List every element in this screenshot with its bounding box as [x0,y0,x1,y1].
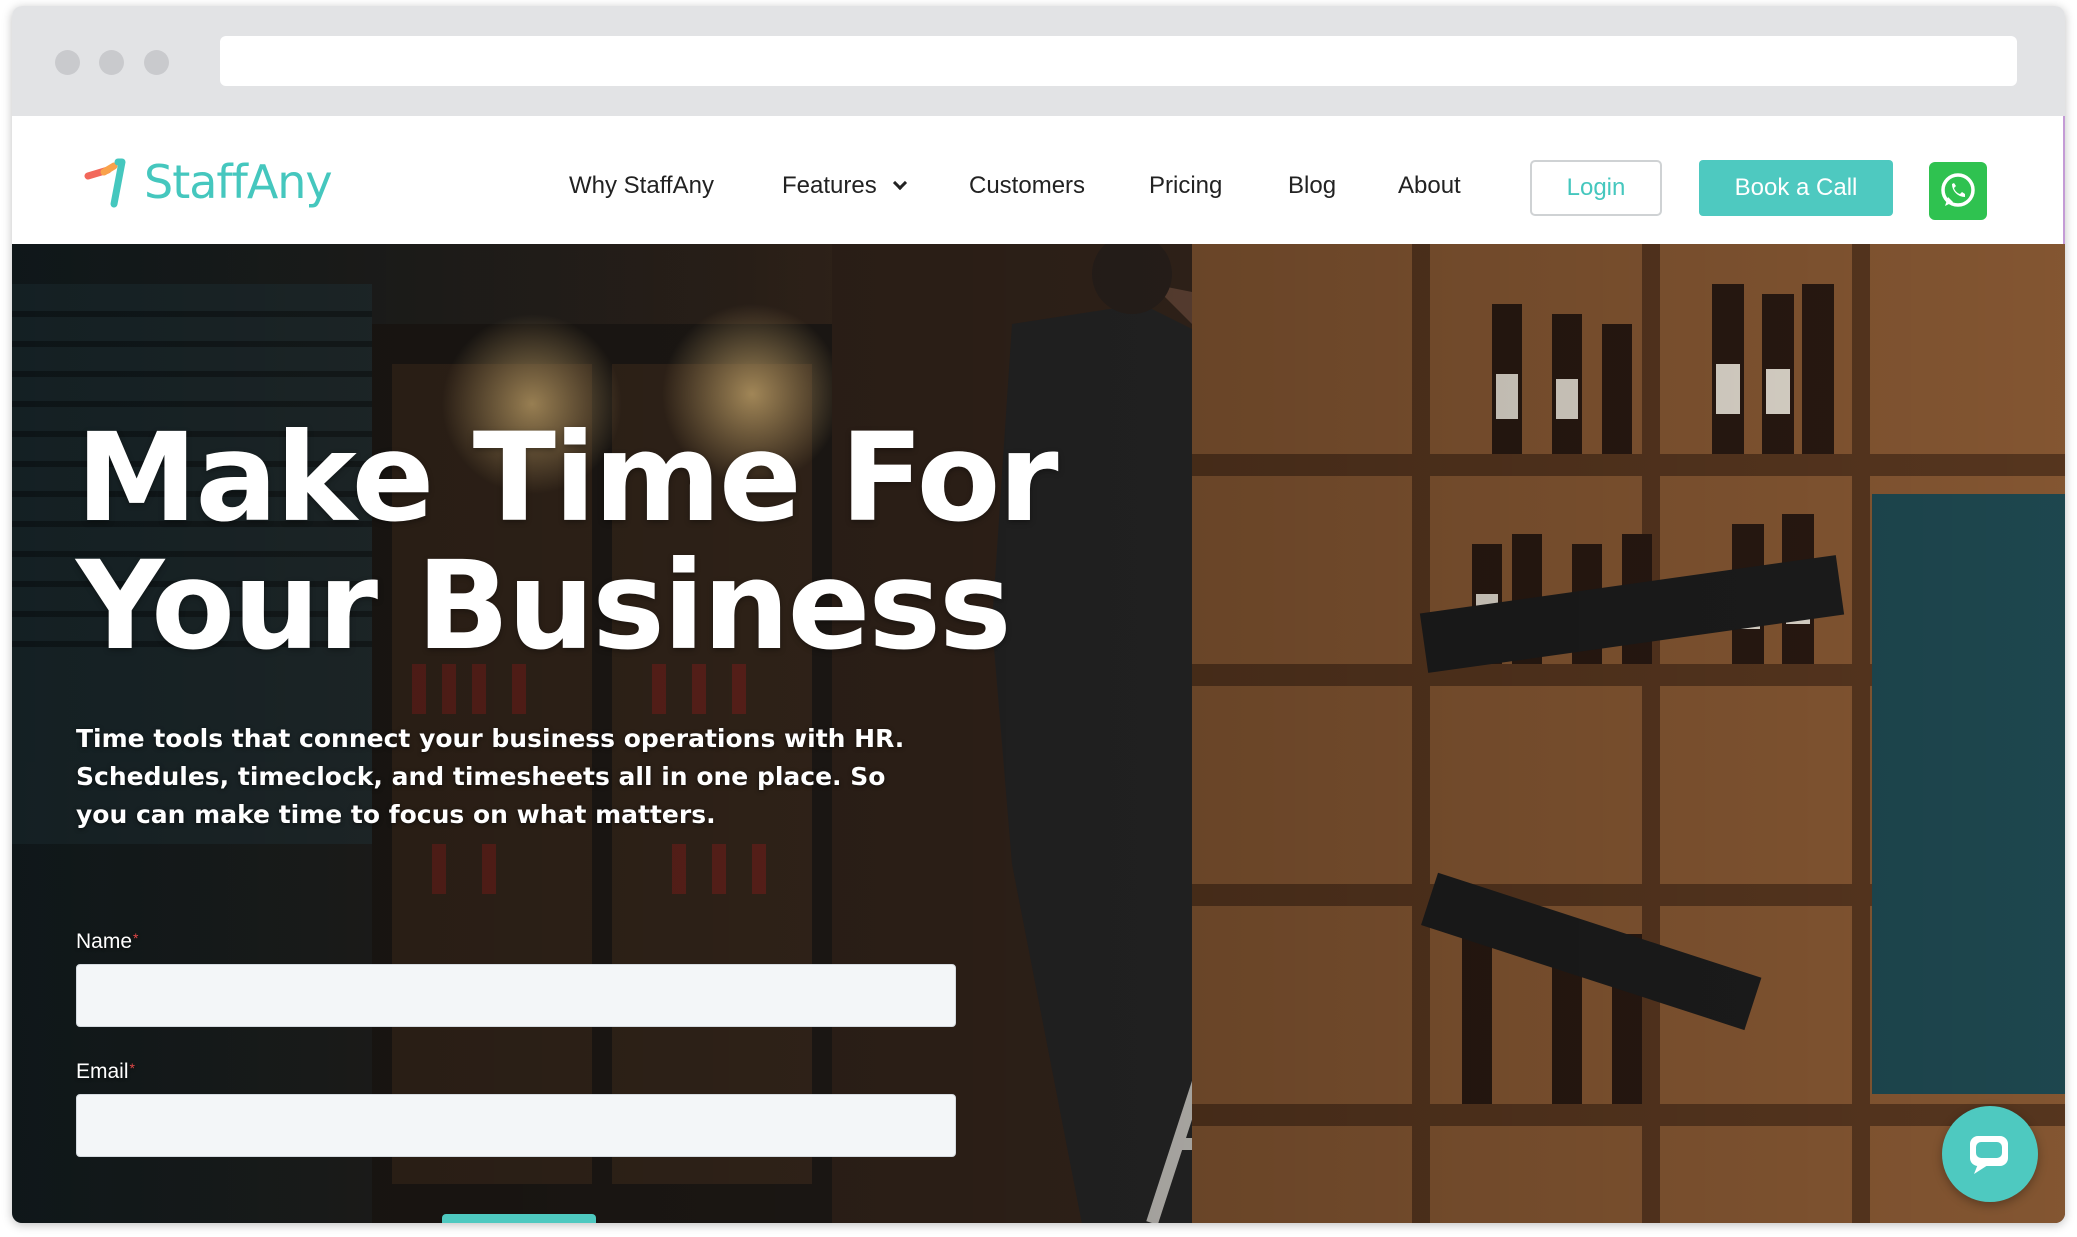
chat-widget-button[interactable] [1942,1106,2038,1202]
required-mark: * [133,930,139,946]
whatsapp-icon [1941,173,1975,207]
nav-features-label: Features [782,172,877,199]
window-close-dot[interactable] [55,50,80,75]
nav-pricing[interactable]: Pricing [1149,166,1222,206]
nav-about[interactable]: About [1398,166,1461,206]
hero-section: Make Time For Your Business Time tools t… [12,244,2065,1223]
whatsapp-button[interactable] [1929,162,1987,220]
book-a-call-button[interactable]: Book a Call [1699,160,1893,216]
nav-features[interactable]: Features [782,166,907,206]
hero-subtitle: Time tools that connect your business op… [76,724,905,829]
chevron-down-icon [892,175,907,191]
nav-why-staffany[interactable]: Why StaffAny [569,166,714,206]
chat-bubble-icon [1970,1136,2008,1174]
name-label: Name* [76,930,138,954]
browser-toolbar [12,6,2065,116]
nav-customers[interactable]: Customers [969,166,1085,206]
browser-window: StaffAny Why StaffAny Features Customers… [12,6,2065,1223]
name-field[interactable] [76,964,956,1027]
window-maximize-dot[interactable] [144,50,169,75]
email-label-text: Email [76,1060,129,1083]
address-bar[interactable] [220,36,2017,86]
name-label-text: Name [76,930,133,953]
nav-blog[interactable]: Blog [1288,166,1336,206]
required-mark: * [129,1060,135,1076]
email-field[interactable] [76,1094,956,1157]
hero-title: Make Time For Your Business [76,414,1176,670]
hero-title-line-1: Make Time For [76,407,1059,549]
hero-title-line-2: Your Business [76,535,1012,677]
window-minimize-dot[interactable] [99,50,124,75]
site-header: StaffAny Why StaffAny Features Customers… [12,116,2065,244]
email-label: Email* [76,1060,135,1084]
login-button[interactable]: Login [1530,160,1662,216]
submit-button[interactable] [442,1214,596,1223]
